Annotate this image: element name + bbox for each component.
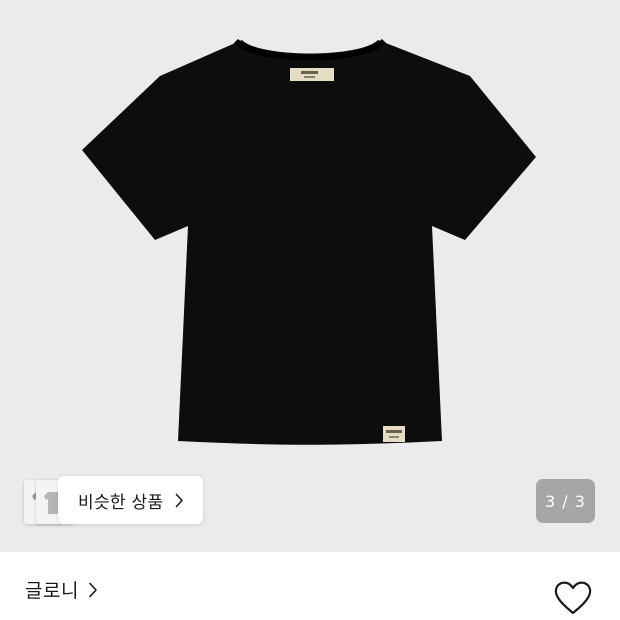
product-image-gallery[interactable]: 비슷한 상품 3 / 3 <box>0 0 620 552</box>
hem-label-tag <box>383 426 405 442</box>
brand-link[interactable]: 글로니 <box>25 576 98 603</box>
image-counter: 3 / 3 <box>536 479 595 523</box>
product-detail-page: 비슷한 상품 3 / 3 글로니 <box>0 0 620 620</box>
heart-outline-icon[interactable] <box>553 580 593 616</box>
neck-label-tag <box>290 68 334 81</box>
tshirt-shape <box>82 40 536 445</box>
similar-products-label: 비슷한 상품 <box>78 492 164 513</box>
chevron-right-icon <box>88 582 98 598</box>
similar-products-button[interactable]: 비슷한 상품 <box>58 476 203 524</box>
brand-name: 글로니 <box>25 580 79 602</box>
chevron-right-icon <box>175 493 184 508</box>
product-info: 글로니 <box>0 552 620 620</box>
product-title-cropped <box>25 614 225 620</box>
product-image <box>82 38 536 445</box>
